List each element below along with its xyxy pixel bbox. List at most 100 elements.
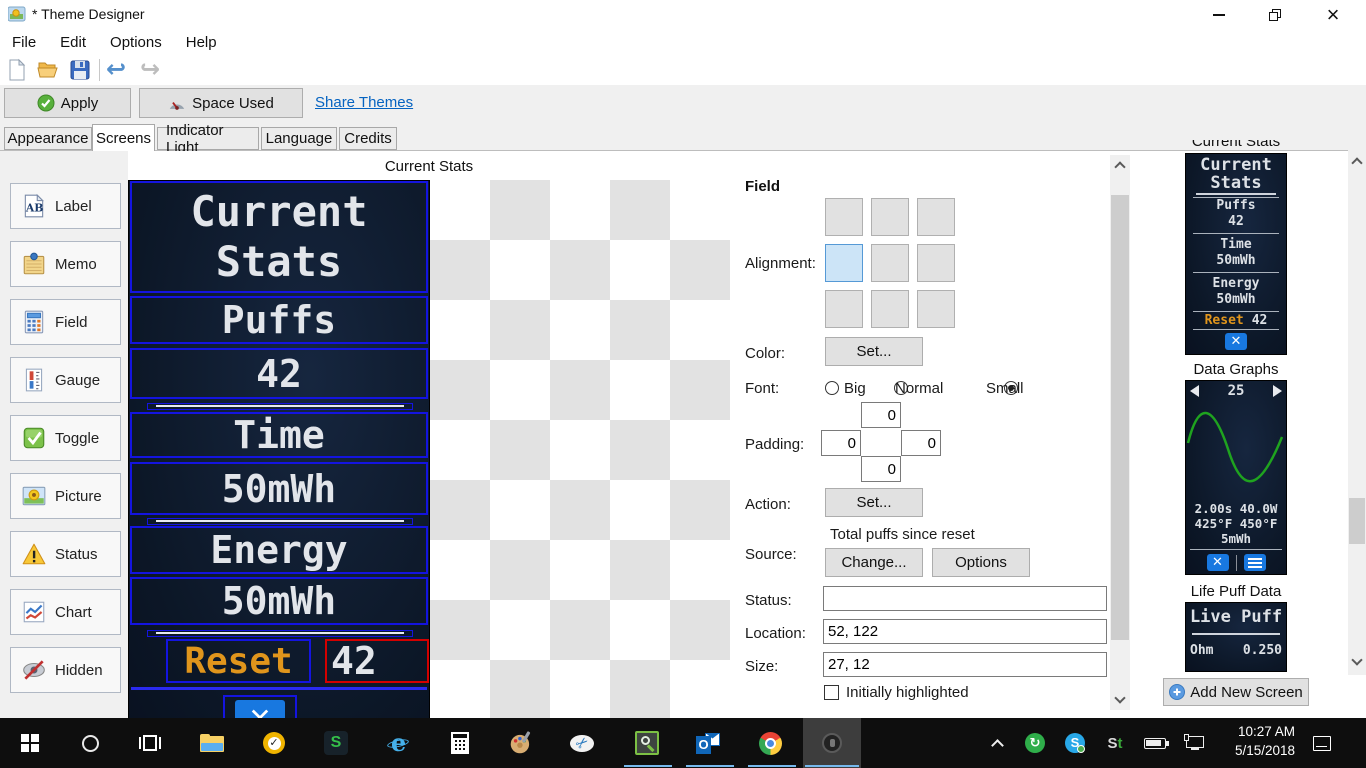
preview-selected-field-element[interactable]: 42	[325, 639, 429, 683]
screen-thumbnail-life-puff[interactable]: Live Puff Ohm 0.250	[1185, 602, 1287, 672]
graph-next-arrow-icon[interactable]	[1272, 385, 1282, 397]
share-themes-link[interactable]: Share Themes	[315, 94, 413, 111]
preview-time-label-element[interactable]: Time	[130, 412, 428, 458]
font-big-label[interactable]: Big	[844, 380, 866, 397]
preview-reset-button-element[interactable]: Reset	[166, 639, 311, 683]
save-button[interactable]	[68, 58, 92, 87]
padding-bottom-input[interactable]	[861, 456, 901, 482]
screens-scroll-up[interactable]	[1348, 154, 1366, 169]
new-file-button[interactable]	[5, 58, 29, 87]
properties-scroll-thumb[interactable]	[1111, 195, 1129, 640]
preview-separator-4[interactable]	[131, 687, 427, 690]
open-button[interactable]	[36, 58, 60, 87]
task-view-button[interactable]	[133, 727, 167, 759]
tab-credits[interactable]: Credits	[339, 127, 397, 150]
preview-puffs-label-element[interactable]: Puffs	[130, 296, 428, 344]
calculator-button[interactable]	[443, 727, 477, 759]
green-s-app-button[interactable]: S	[319, 727, 353, 759]
tray-st-button[interactable]: St	[1098, 727, 1132, 759]
menu-help[interactable]: Help	[174, 30, 229, 55]
properties-scrollbar[interactable]	[1110, 155, 1130, 710]
align-top-right[interactable]	[917, 198, 955, 236]
preview-separator-3[interactable]	[147, 630, 413, 637]
align-middle-right[interactable]	[917, 244, 955, 282]
tray-network-button[interactable]	[1178, 727, 1212, 759]
padding-left-input[interactable]	[821, 430, 861, 456]
location-input[interactable]	[823, 619, 1107, 644]
menu-options[interactable]: Options	[98, 30, 174, 55]
status-input[interactable]	[823, 586, 1107, 611]
properties-scroll-down[interactable]	[1110, 692, 1130, 708]
preview-puffs-value-element[interactable]: 42	[130, 348, 428, 399]
chrome-button[interactable]	[753, 727, 787, 759]
action-set-button[interactable]: Set...	[825, 488, 923, 517]
tray-battery-button[interactable]	[1138, 727, 1172, 759]
palette-toggle-button[interactable]: Toggle	[10, 415, 121, 461]
tab-indicator-light[interactable]: Indicator Light	[157, 122, 259, 156]
font-normal-label[interactable]: Normal	[895, 380, 943, 397]
tray-sync-button[interactable]: ↻	[1018, 727, 1052, 759]
align-bottom-center[interactable]	[871, 290, 909, 328]
tab-language[interactable]: Language	[261, 127, 337, 150]
norton-button[interactable]: ✓	[257, 727, 291, 759]
padding-right-input[interactable]	[901, 430, 941, 456]
start-button[interactable]	[13, 727, 47, 759]
font-small-label[interactable]: Small	[986, 380, 1024, 397]
align-middle-left[interactable]	[825, 244, 863, 282]
cortana-button[interactable]	[73, 727, 107, 759]
properties-scroll-up[interactable]	[1110, 157, 1130, 173]
preview-separator-2[interactable]	[147, 518, 413, 525]
screens-scroll-down[interactable]	[1348, 654, 1366, 669]
padding-top-input[interactable]	[861, 402, 901, 428]
screen-thumbnail-current-stats[interactable]: Current Stats Puffs 42 Time 50mWh Energy…	[1185, 153, 1287, 355]
screens-scroll-thumb[interactable]	[1349, 498, 1365, 544]
menu-edit[interactable]: Edit	[48, 30, 98, 55]
taskbar-clock[interactable]: 10:27 AM 5/15/2018	[1213, 722, 1295, 760]
internet-explorer-button[interactable]: e	[381, 727, 415, 759]
undo-button[interactable]: ↩	[106, 55, 126, 84]
palette-label-button[interactable]: AB Label	[10, 183, 121, 229]
align-bottom-left[interactable]	[825, 290, 863, 328]
space-used-button[interactable]: Space Used	[139, 88, 303, 118]
apply-button[interactable]: Apply	[4, 88, 131, 118]
palette-gauge-button[interactable]: Gauge	[10, 357, 121, 403]
preview-energy-label-element[interactable]: Energy	[130, 526, 428, 574]
tab-appearance[interactable]: Appearance	[4, 127, 92, 150]
close-button[interactable]: ×	[1308, 0, 1358, 30]
align-bottom-right[interactable]	[917, 290, 955, 328]
minimize-button[interactable]	[1196, 0, 1242, 30]
redo-button[interactable]: ↪	[140, 55, 160, 84]
palette-memo-button[interactable]: Memo	[10, 241, 121, 287]
add-new-screen-button[interactable]: Add New Screen	[1163, 678, 1309, 706]
palette-chart-button[interactable]: Chart	[10, 589, 121, 635]
palette-field-button[interactable]: Field	[10, 299, 121, 345]
preview-time-value-element[interactable]: 50mWh	[130, 462, 428, 515]
restore-button[interactable]	[1252, 0, 1298, 30]
graph-prev-arrow-icon[interactable]	[1190, 385, 1199, 397]
preview-energy-value-element[interactable]: 50mWh	[130, 577, 428, 625]
align-middle-center[interactable]	[871, 244, 909, 282]
action-center-button[interactable]	[1305, 727, 1339, 759]
outlook-button[interactable]: O	[691, 727, 725, 759]
tray-skype-button[interactable]: S	[1058, 727, 1092, 759]
source-change-button[interactable]: Change...	[825, 548, 923, 577]
preview-separator-1[interactable]	[147, 403, 413, 410]
preview-title-element[interactable]: Current Stats	[130, 181, 428, 293]
font-big-radio[interactable]	[825, 381, 839, 395]
palette-hidden-button[interactable]: Hidden	[10, 647, 121, 693]
paint-button[interactable]	[504, 727, 538, 759]
initially-highlighted-checkbox[interactable]	[824, 685, 839, 700]
palette-picture-button[interactable]: Picture	[10, 473, 121, 519]
align-top-center[interactable]	[871, 198, 909, 236]
tray-expand-button[interactable]	[980, 727, 1014, 759]
align-top-left[interactable]	[825, 198, 863, 236]
menu-file[interactable]: File	[0, 30, 48, 55]
screen-thumbnail-data-graphs[interactable]: 25 2.00s 40.0W 425°F 450°F 5mWh ✕	[1185, 380, 1287, 575]
theme-designer-taskbar-button[interactable]	[815, 727, 849, 759]
snipping-tool-button[interactable]: ✂	[565, 727, 599, 759]
screens-scrollbar[interactable]	[1348, 150, 1366, 675]
palette-status-button[interactable]: Status	[10, 531, 121, 577]
device-preview[interactable]: Current Stats Puffs 42 Time 50mWh Energy…	[128, 180, 430, 741]
color-set-button[interactable]: Set...	[825, 337, 923, 366]
file-explorer-button[interactable]	[195, 727, 229, 759]
